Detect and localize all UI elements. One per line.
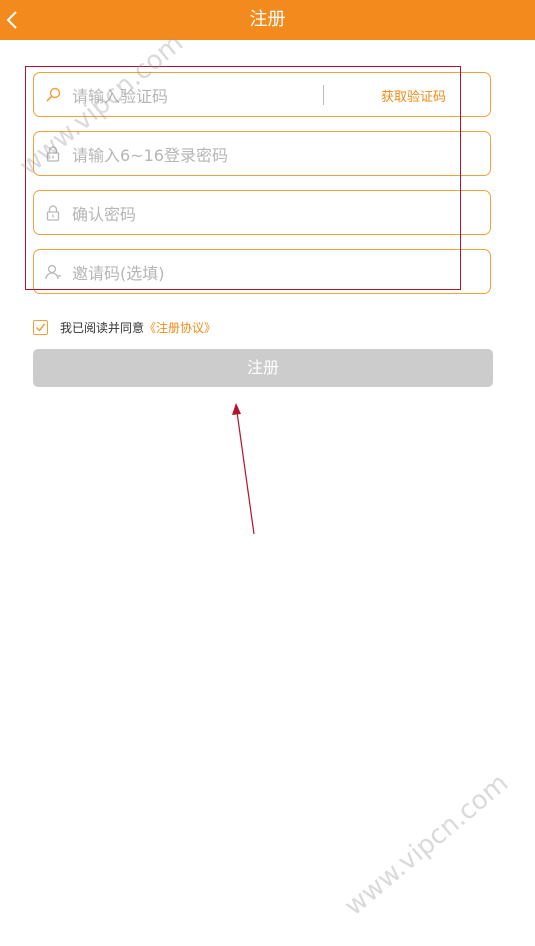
password-field: [33, 131, 491, 176]
page-title: 注册: [249, 9, 286, 30]
lock-icon: [46, 205, 60, 221]
password-input[interactable]: [70, 140, 334, 170]
agreement-row: 我已阅读并同意 《注册协议》: [33, 318, 216, 336]
confirm-password-input[interactable]: [70, 199, 334, 229]
agreement-checkbox[interactable]: [33, 319, 48, 335]
verification-code-input[interactable]: [70, 81, 334, 111]
watermark: www.vipcn.com: [339, 768, 515, 922]
invite-code-field: [33, 249, 491, 294]
top-bar: 注册: [0, 0, 535, 40]
field-divider: [323, 85, 324, 105]
agreement-text: 我已阅读并同意: [60, 320, 145, 335]
invite-code-input[interactable]: [70, 258, 334, 288]
user-icon: [45, 264, 61, 280]
register-button[interactable]: 注册: [33, 349, 493, 387]
get-code-button[interactable]: 获取验证码: [381, 86, 446, 105]
agreement-link[interactable]: 《注册协议》: [144, 319, 216, 336]
checkmark-icon: [35, 323, 46, 332]
verification-code-field: 获取验证码: [33, 72, 491, 117]
search-icon: [46, 87, 61, 102]
lock-icon: [46, 146, 60, 162]
confirm-password-field: [33, 190, 491, 235]
